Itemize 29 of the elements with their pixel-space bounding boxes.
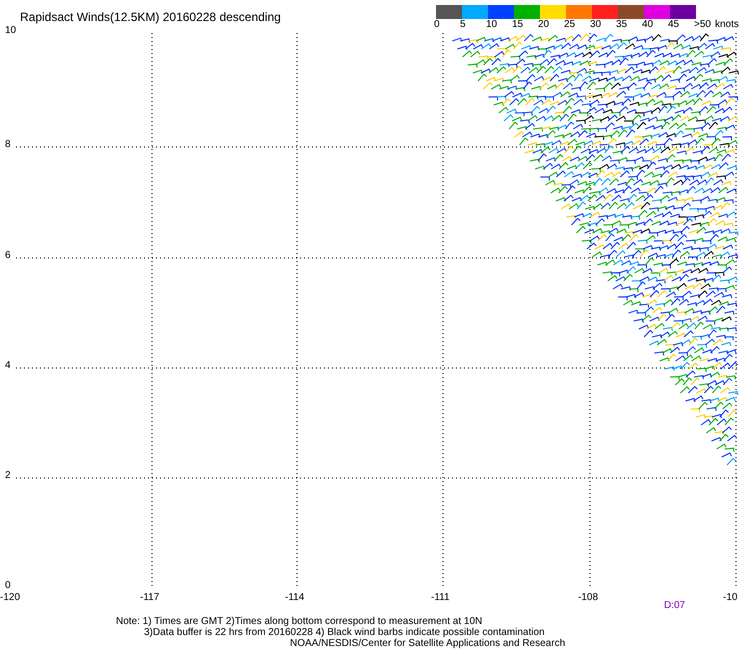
scale-label: 45 [668,19,680,31]
x-axis-label: -114 [285,593,304,603]
credit-text: NOAA/NESDIS/Center for Satellite Applications and Research [290,638,566,649]
x-axis-label: -117 [140,593,160,603]
scale-label: >50 [694,19,711,31]
y-axis-label: 6 [5,251,11,261]
x-axis-label: -120 [0,593,20,603]
scale-label: 35 [616,19,628,31]
x-axis-label: -10 [723,593,738,603]
y-axis-label: 0 [5,581,11,591]
note-text: Note: 1) Times are GMT 2)Times along bottom correspond to measurement at 10N [116,616,484,627]
scale-label: 30 [590,19,602,31]
y-axis-label: 4 [5,361,11,371]
y-axis-label: 10 [5,26,16,36]
note-text: 3)Data buffer is 22 hrs from 20160228 4) Black wind barbs indicate possible contamination [144,627,546,638]
unit-label: knots [715,19,739,31]
scale-label: 0 [434,19,440,31]
chart-title: Rapidsact Winds(12.5KM) 20160228 descending [20,9,281,26]
x-axis-label: -108 [578,593,598,603]
scale-label: 10 [486,19,498,31]
scale-label: 5 [460,19,466,31]
y-axis-label: 8 [5,140,11,150]
y-axis-label: 2 [5,471,11,481]
time-label: D:07 [664,601,686,611]
x-axis-label: -111 [431,593,450,603]
scale-label: 25 [564,19,576,31]
scale-label: 20 [538,19,550,31]
scale-label: 15 [512,19,524,31]
scale-label: 40 [642,19,654,31]
